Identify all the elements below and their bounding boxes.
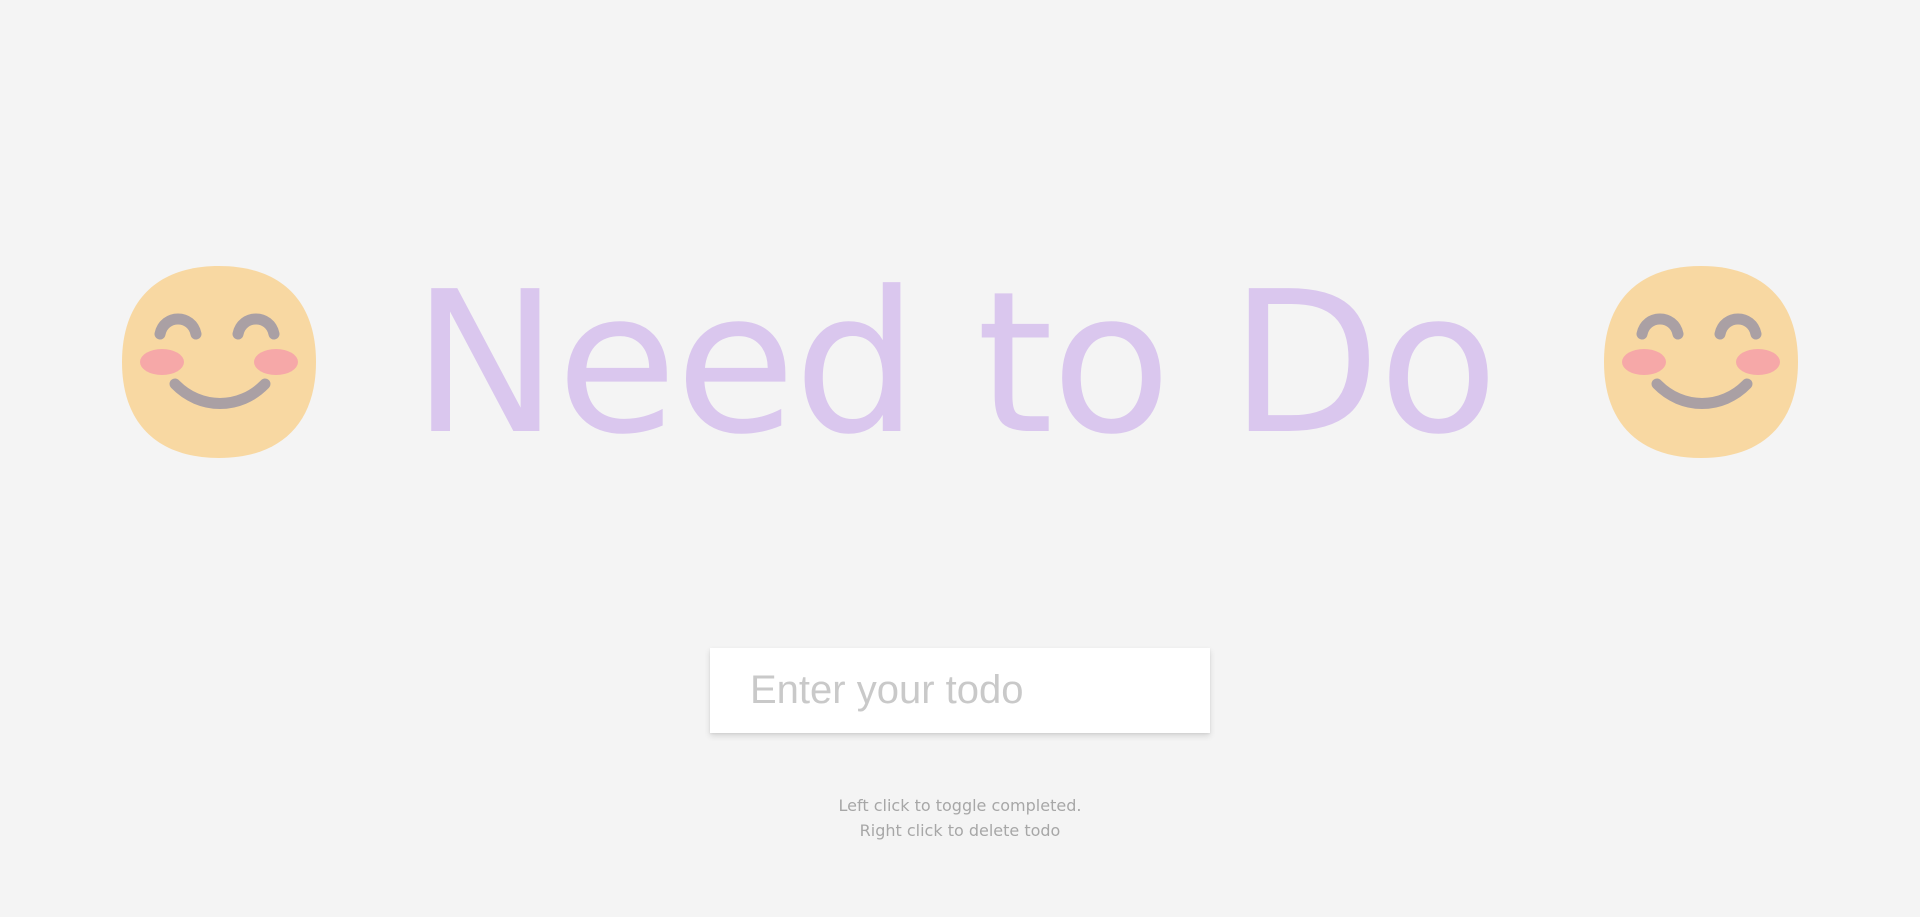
todo-input[interactable] bbox=[710, 648, 1210, 733]
todo-input-container bbox=[710, 648, 1210, 733]
instruction-delete: Right click to delete todo bbox=[859, 821, 1061, 840]
instructions: Left click to toggle completed. Right cl… bbox=[0, 793, 1920, 843]
smiling-face-icon bbox=[122, 266, 316, 458]
page-title: Need to Do bbox=[412, 250, 1498, 478]
instruction-toggle: Left click to toggle completed. bbox=[838, 796, 1082, 815]
smiling-face-icon bbox=[1604, 266, 1798, 458]
header: Need to Do bbox=[0, 262, 1920, 466]
app-page: Need to Do Left click to toggle complete… bbox=[0, 0, 1920, 917]
